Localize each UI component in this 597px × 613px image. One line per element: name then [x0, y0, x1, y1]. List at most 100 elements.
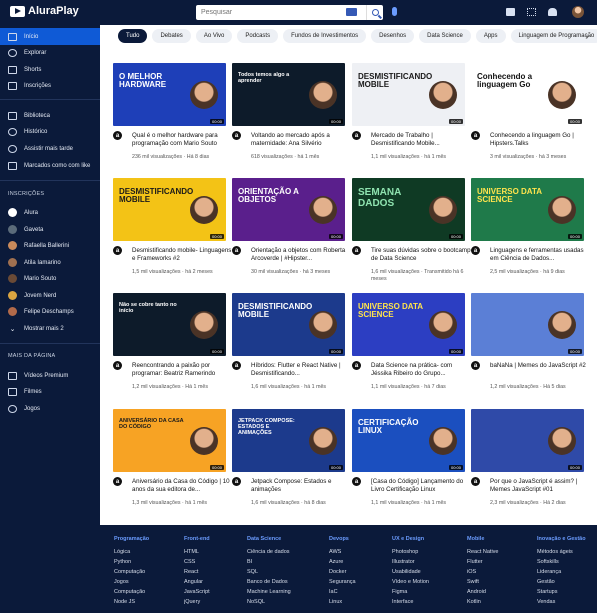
sidebar-item-videos-premium[interactable]: Vídeos Premium	[0, 367, 100, 384]
channel-avatar[interactable]: a	[352, 246, 361, 255]
footer-link[interactable]: CSS	[184, 559, 250, 569]
footer-heading[interactable]: Devops	[329, 536, 395, 542]
footer-heading[interactable]: Inovação e Gestão	[537, 536, 597, 542]
sidebar-item-historico[interactable]: Histórico	[0, 123, 100, 140]
user-avatar[interactable]	[572, 6, 584, 18]
channel-avatar[interactable]: a	[352, 131, 361, 140]
video-thumbnail[interactable]: DESMISTIFICANDO MOBILE 00:00	[232, 293, 345, 356]
footer-link[interactable]: Computação	[114, 569, 180, 579]
video-title[interactable]: Tire suas dúvidas sobre o bootcamp de Da…	[371, 247, 471, 263]
channel-avatar[interactable]: a	[113, 246, 122, 255]
video-title[interactable]: Por que o JavaScript é assim? | Memes Ja…	[490, 478, 590, 494]
footer-heading[interactable]: Front-end	[184, 536, 250, 542]
chevron-right-icon[interactable]: ›	[586, 32, 589, 41]
footer-link[interactable]: Azure	[329, 559, 395, 569]
video-thumbnail[interactable]: DESMISTIFICANDO MOBILE 00:00	[352, 63, 465, 126]
create-video-icon[interactable]	[506, 8, 515, 16]
footer-link[interactable]: Android	[467, 589, 533, 599]
keyboard-icon[interactable]	[346, 8, 357, 16]
alura-play-logo[interactable]: AluraPlay	[10, 5, 79, 17]
video-thumbnail[interactable]: Conhecendo a linguagem Go 00:00	[471, 63, 584, 126]
chip-tudo[interactable]: Tudo	[118, 29, 148, 43]
video-title[interactable]: Desmistificando mobile- Linguagens e Fra…	[132, 247, 232, 263]
chip-ao-vivo[interactable]: Ao Vivo	[195, 29, 233, 43]
footer-link[interactable]: Startups	[537, 589, 597, 599]
video-title[interactable]: Híbridos: Flutter e React Native | Desmi…	[251, 362, 351, 378]
notifications-bell-icon[interactable]	[548, 8, 557, 16]
chip-linguagem-de-programacao[interactable]: Linguagem de Programação	[510, 29, 597, 43]
footer-link[interactable]: Segurança	[329, 579, 395, 589]
channel-avatar[interactable]: a	[352, 361, 361, 370]
chip-debates[interactable]: Debates	[152, 29, 191, 43]
channel-avatar[interactable]: a	[471, 361, 480, 370]
video-title[interactable]: Reencontrando a paixão por programar: Be…	[132, 362, 232, 378]
channel-avatar[interactable]: a	[471, 477, 480, 486]
footer-heading[interactable]: Programação	[114, 536, 180, 542]
footer-link[interactable]: React	[184, 569, 250, 579]
footer-link[interactable]: Swift	[467, 579, 533, 589]
search-button[interactable]	[366, 5, 383, 20]
video-thumbnail[interactable]: JETPACK COMPOSE: ESTADOS E ANIMAÇÕES 00:0…	[232, 409, 345, 472]
chip-desenhos[interactable]: Desenhos	[371, 29, 415, 43]
channel-avatar[interactable]: a	[471, 131, 480, 140]
footer-link[interactable]: Vídeo e Motion	[392, 579, 458, 589]
channel-avatar[interactable]: a	[113, 131, 122, 140]
sidebar-channel-gaveta[interactable]: Gaveta	[0, 221, 100, 238]
footer-link[interactable]: React Native	[467, 549, 533, 559]
video-title[interactable]: Aniversário da Casa do Código | 10 anos …	[132, 478, 232, 494]
footer-link[interactable]: Machine Learning	[247, 589, 313, 599]
search-input[interactable]	[196, 9, 336, 16]
video-title[interactable]: Jetpack Compose: Estados e animações	[251, 478, 351, 494]
footer-heading[interactable]: UX e Design	[392, 536, 458, 542]
video-title[interactable]: Orientação a objetos com Roberta Arcover…	[251, 247, 351, 263]
sidebar-item-inscricoes[interactable]: Inscrições	[0, 77, 100, 94]
footer-link[interactable]: Computação	[114, 589, 180, 599]
footer-link[interactable]: SQL	[247, 569, 313, 579]
video-thumbnail[interactable]: UNIVERSO DATA SCIENCE 00:00	[352, 293, 465, 356]
video-thumbnail[interactable]: ANIVERSÁRIO DA CASA DO CÓDIGO 00:00	[113, 409, 226, 472]
channel-avatar[interactable]: a	[113, 477, 122, 486]
video-title[interactable]: Voltando ao mercado após a maternidade: …	[251, 132, 351, 148]
channel-avatar[interactable]: a	[232, 477, 241, 486]
video-title[interactable]: baNaNa | Memes do JavaScript #2	[490, 362, 590, 370]
microphone-icon[interactable]	[392, 7, 397, 16]
footer-link[interactable]: Softskills	[537, 559, 597, 569]
video-thumbnail[interactable]: CERTIFICAÇÃO LINUX 00:00	[352, 409, 465, 472]
footer-link[interactable]: iOS	[467, 569, 533, 579]
video-title[interactable]: Data Science na prática- com Jéssika Rib…	[371, 362, 471, 378]
footer-link[interactable]: Photoshop	[392, 549, 458, 559]
footer-link[interactable]: NoSQL	[247, 599, 313, 609]
apps-grid-icon[interactable]	[527, 8, 536, 16]
sidebar-item-filmes[interactable]: Filmes	[0, 383, 100, 400]
footer-link[interactable]: AWS	[329, 549, 395, 559]
video-thumbnail[interactable]: Não se cobre tanto no início 00:00	[113, 293, 226, 356]
sidebar-channel-jovem-nerd[interactable]: Jovem Nerd	[0, 287, 100, 304]
footer-link[interactable]: Banco de Dados	[247, 579, 313, 589]
sidebar-channel-rafaella-ballerini[interactable]: Rafaella Ballerini	[0, 237, 100, 254]
video-thumbnail[interactable]: ORIENTAÇÃO A OBJETOS 00:00	[232, 178, 345, 241]
footer-link[interactable]: JavaScript	[184, 589, 250, 599]
sidebar-item-biblioteca[interactable]: Biblioteca	[0, 107, 100, 124]
footer-link[interactable]: Interface	[392, 599, 458, 609]
channel-avatar[interactable]: a	[232, 246, 241, 255]
video-thumbnail[interactable]: DESMISTIFICANDO MOBILE 00:00	[113, 178, 226, 241]
channel-avatar[interactable]: a	[232, 131, 241, 140]
chip-podcasts[interactable]: Podcasts	[237, 29, 279, 43]
video-thumbnail[interactable]: 00:00	[471, 293, 584, 356]
footer-link[interactable]: Python	[114, 559, 180, 569]
footer-heading[interactable]: Data Science	[247, 536, 313, 542]
footer-link[interactable]: Angular	[184, 579, 250, 589]
sidebar-item-shorts[interactable]: Shorts	[0, 61, 100, 78]
sidebar-item-marcados-com-like[interactable]: Marcados como com like	[0, 157, 100, 174]
channel-avatar[interactable]: a	[232, 361, 241, 370]
channel-avatar[interactable]: a	[471, 246, 480, 255]
chip-data-science[interactable]: Data Science	[419, 29, 471, 43]
channel-avatar[interactable]: a	[352, 477, 361, 486]
sidebar-channel-felipe-deschamps[interactable]: Felipe Deschamps	[0, 303, 100, 320]
footer-link[interactable]: jQuery	[184, 599, 250, 609]
footer-link[interactable]: Gestão	[537, 579, 597, 589]
footer-link[interactable]: Node JS	[114, 599, 180, 609]
chip-fundos-de-investimentos[interactable]: Fundos de Investimentos	[283, 29, 367, 43]
footer-link[interactable]: Linux	[329, 599, 395, 609]
video-thumbnail[interactable]: SEMANA DADOS 00:00	[352, 178, 465, 241]
